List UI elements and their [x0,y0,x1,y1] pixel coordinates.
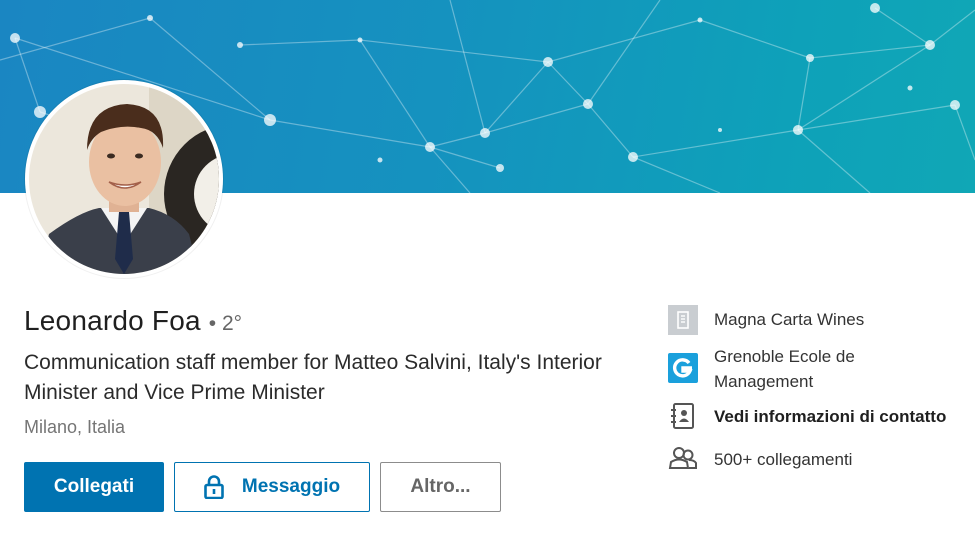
profile-avatar[interactable] [25,80,223,278]
address-book-icon [668,401,698,431]
current-company[interactable]: Magna Carta Wines [668,305,864,335]
company-name: Magna Carta Wines [714,310,865,329]
profile-location: Milano, Italia [24,417,126,437]
lock-icon [204,475,224,499]
connect-button-label: Collegati [53,476,135,497]
connect-button[interactable]: Collegati [24,462,164,512]
profile-name: Leonardo Foa [24,305,201,336]
more-button[interactable]: Altro... [380,462,501,512]
connection-degree: • 2° [208,312,243,335]
education-school[interactable]: Grenoble Ecole de Management [668,344,914,394]
profile-photo [29,84,219,274]
profile-page: Leonardo Foa • 2° Communication staff me… [0,0,975,548]
name-row: Leonardo Foa • 2° [24,305,242,337]
building-icon [668,305,698,335]
connections-label: 500+ collegamenti [714,450,853,469]
profile-headline: Communication staff member for Matteo Sa… [24,351,602,404]
people-icon [668,444,698,474]
message-button-label: Messaggio [241,476,341,497]
more-button-label: Altro... [410,476,471,497]
contact-info-link[interactable]: Vedi informazioni di contatto [668,401,946,431]
school-logo-icon [668,353,698,383]
contact-info-label: Vedi informazioni di contatto [714,407,947,426]
message-button[interactable]: Messaggio [174,462,370,512]
connections-count[interactable]: 500+ collegamenti [668,444,852,474]
school-name: Grenoble Ecole de Management [714,347,855,391]
